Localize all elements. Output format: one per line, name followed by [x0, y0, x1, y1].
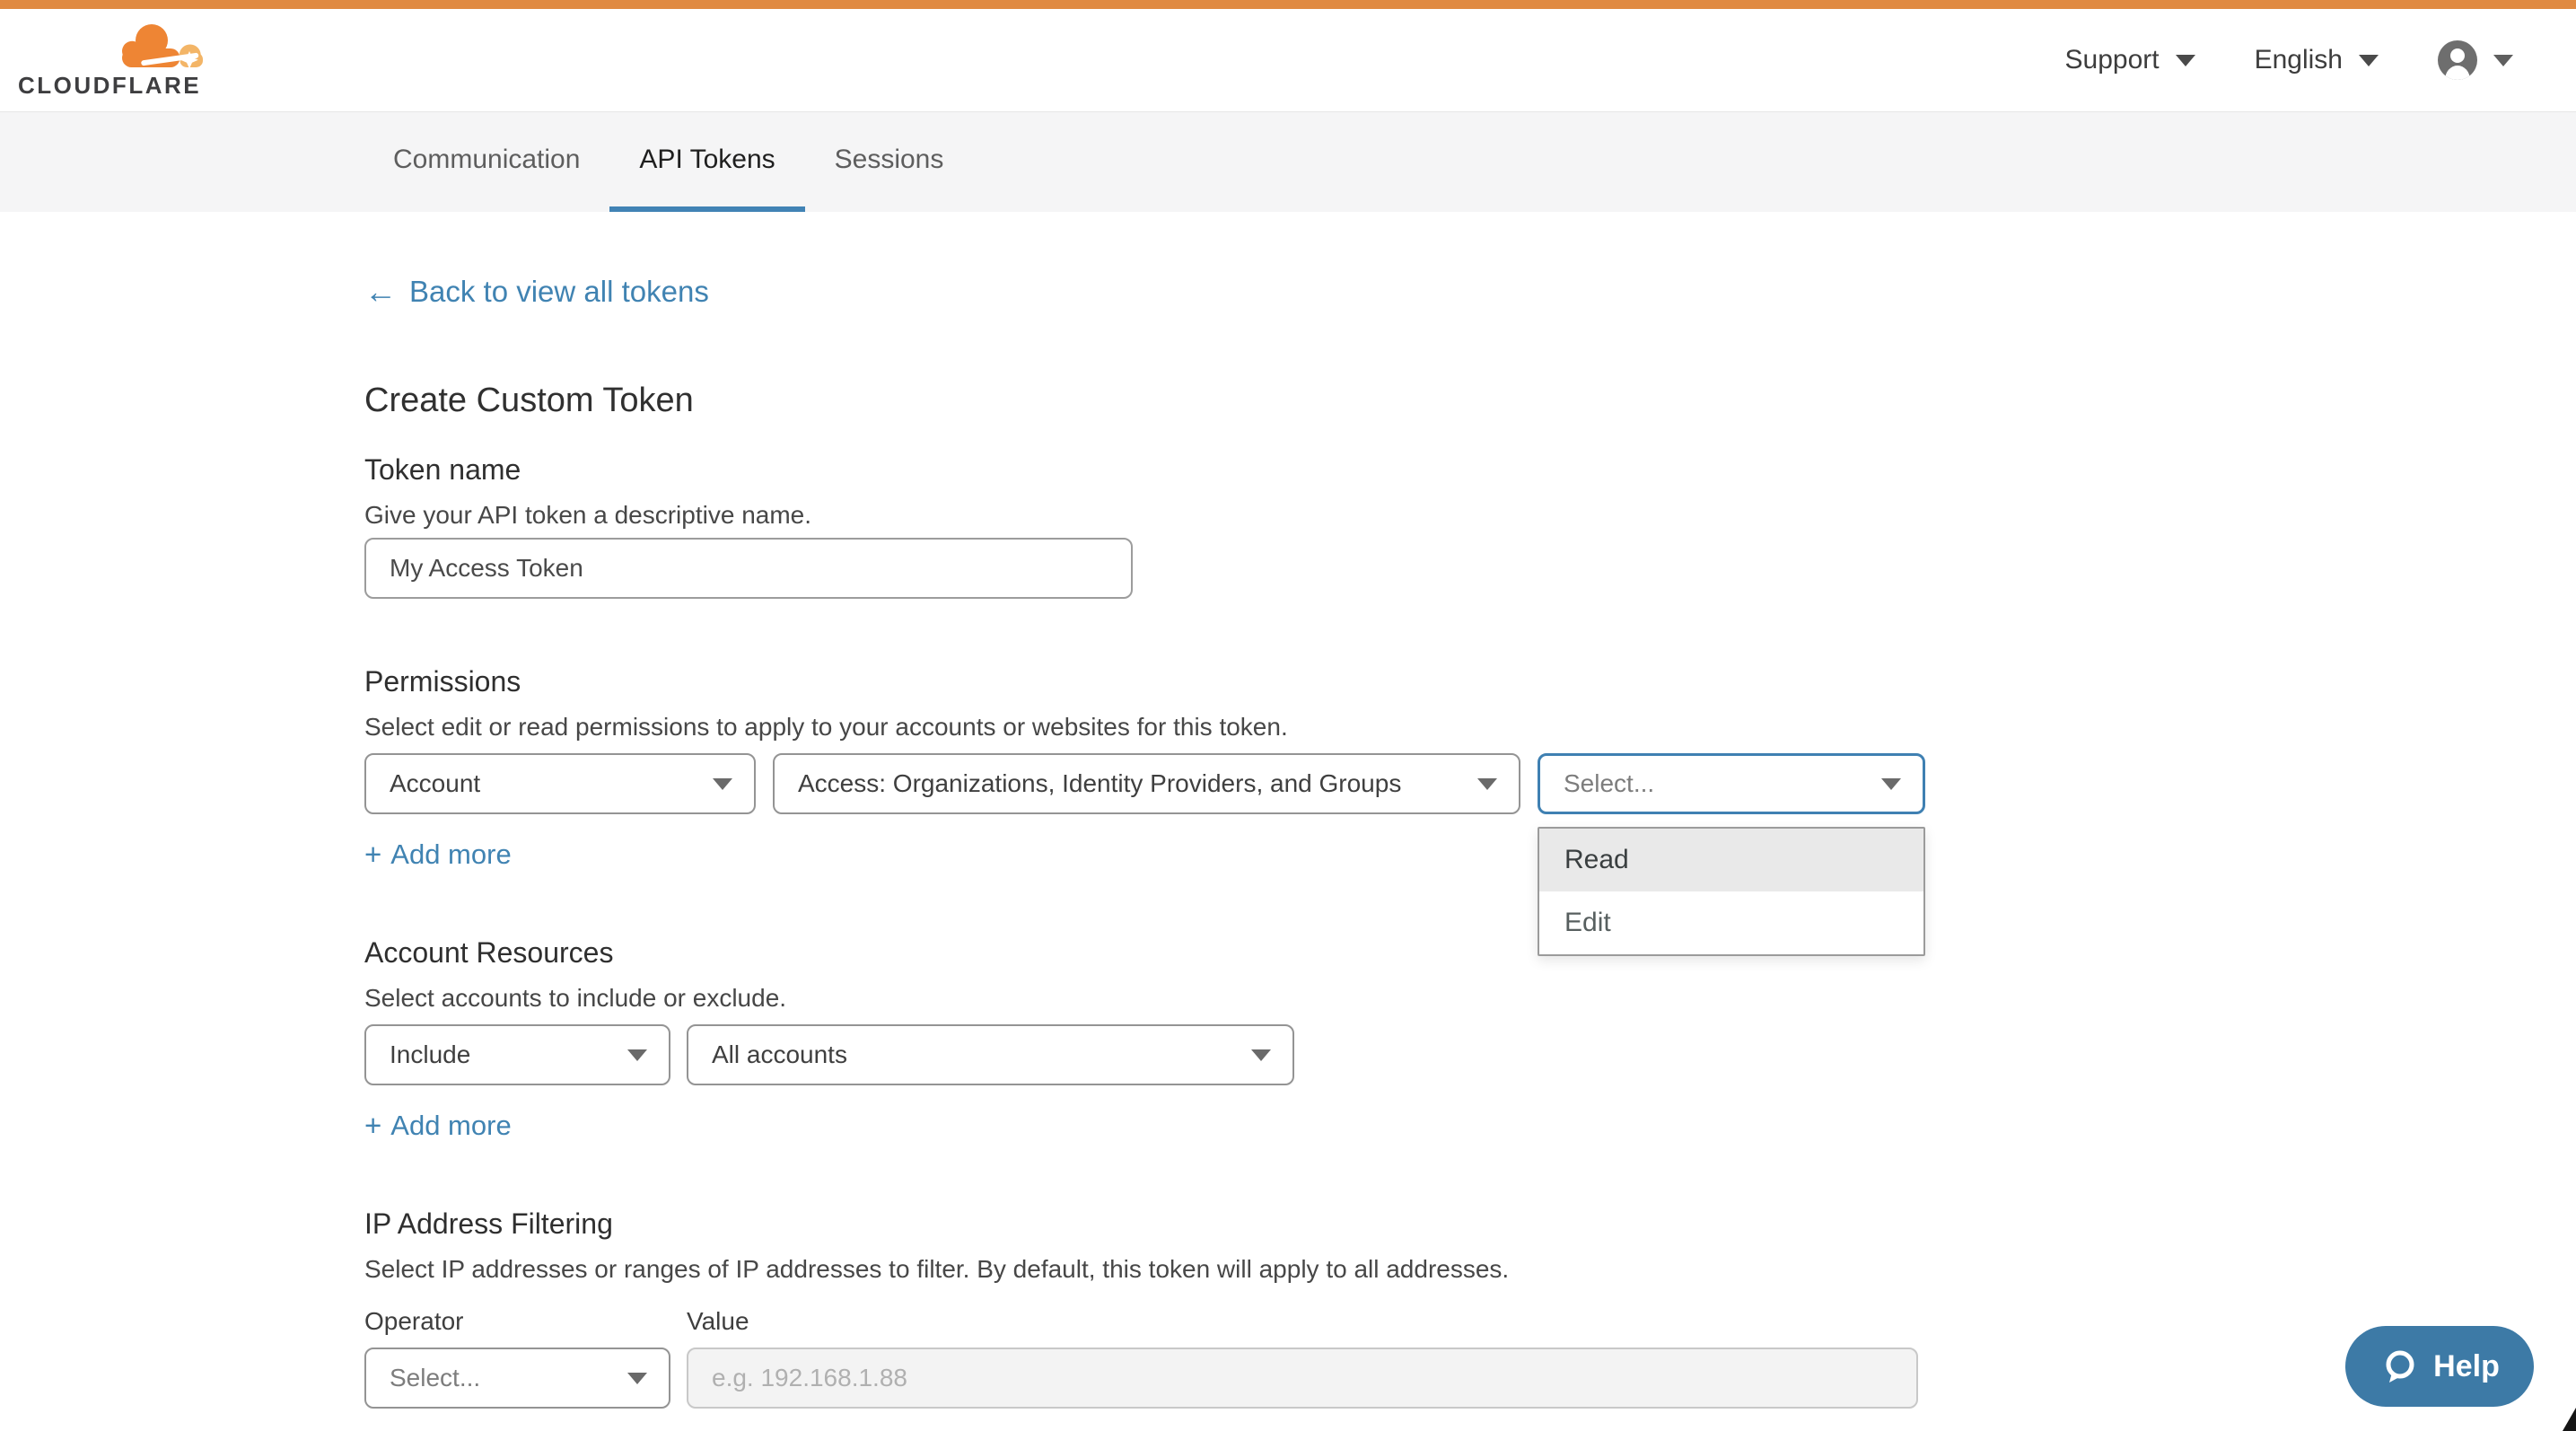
token-name-input[interactable] [364, 538, 1133, 599]
menu-option-read[interactable]: Read [1539, 829, 1923, 891]
permission-level-dropdown-menu: Read Edit [1538, 827, 1925, 956]
account-resources-add-more-link[interactable]: + Add more [364, 1111, 512, 1141]
ip-filtering-section: IP Address Filtering Select IP addresses… [364, 1207, 1944, 1409]
tab-sessions[interactable]: Sessions [805, 112, 974, 212]
permission-level-select-wrap: Select... Read Edit [1538, 753, 1925, 814]
account-resources-section: Account Resources Select accounts to inc… [364, 936, 1944, 1141]
account-resources-row: Include All accounts [364, 1024, 1944, 1085]
resource-scope-select[interactable]: All accounts [687, 1024, 1294, 1085]
back-arrow-icon: ← [364, 276, 397, 308]
ip-filtering-row: Select... [364, 1348, 1944, 1409]
chevron-down-icon [1251, 1049, 1271, 1061]
permissions-description: Select edit or read permissions to apply… [364, 714, 1944, 741]
back-link-label: Back to view all tokens [409, 276, 709, 308]
help-button[interactable]: Help [2345, 1326, 2534, 1407]
value-label: Value [687, 1308, 749, 1335]
cloudflare-logo: CLOUDFLARE [18, 22, 210, 100]
add-more-label: Add more [390, 839, 511, 870]
chevron-down-icon [627, 1373, 647, 1384]
ip-filtering-description: Select IP addresses or ranges of IP addr… [364, 1256, 1944, 1283]
ip-filtering-labels: Operator Value [364, 1308, 1944, 1335]
chevron-down-icon [1881, 778, 1901, 790]
header: CLOUDFLARE Support English [0, 9, 2576, 111]
language-menu-label: English [2255, 45, 2343, 75]
account-menu[interactable] [2438, 40, 2513, 80]
chevron-down-icon [627, 1049, 647, 1061]
page-title: Create Custom Token [364, 380, 1944, 421]
chat-bubble-icon [2379, 1347, 2419, 1386]
ip-operator-value: Select... [390, 1364, 480, 1392]
back-to-tokens-link[interactable]: ← Back to view all tokens [364, 276, 709, 308]
permission-scope-select[interactable]: Account [364, 753, 756, 814]
account-resources-description: Select accounts to include or exclude. [364, 985, 1944, 1012]
user-avatar-icon [2438, 40, 2477, 80]
menu-option-edit[interactable]: Edit [1539, 891, 1923, 954]
mouse-cursor [2563, 1408, 2576, 1431]
language-menu[interactable]: English [2255, 45, 2379, 75]
permission-scope-value: Account [390, 769, 480, 798]
ip-value-input[interactable] [687, 1348, 1918, 1409]
tab-communication[interactable]: Communication [364, 112, 609, 212]
resource-scope-value: All accounts [712, 1040, 847, 1069]
ip-filtering-heading: IP Address Filtering [364, 1207, 1944, 1240]
operator-label: Operator [364, 1308, 687, 1335]
permission-resource-select[interactable]: Access: Organizations, Identity Provider… [773, 753, 1520, 814]
support-menu-label: Support [2065, 45, 2160, 75]
permission-resource-value: Access: Organizations, Identity Provider… [798, 769, 1401, 798]
permissions-row: Account Access: Organizations, Identity … [364, 753, 1944, 814]
plus-icon: + [364, 839, 381, 870]
chevron-down-icon [713, 778, 732, 790]
chevron-down-icon [2359, 55, 2379, 66]
add-more-label: Add more [390, 1111, 511, 1141]
logo-wordmark: CLOUDFLARE [18, 72, 210, 100]
ip-operator-select[interactable]: Select... [364, 1348, 670, 1409]
token-name-heading: Token name [364, 453, 1944, 486]
chevron-down-icon [2493, 55, 2513, 66]
plus-icon: + [364, 1111, 381, 1141]
permissions-section: Permissions Select edit or read permissi… [364, 665, 1944, 870]
chevron-down-icon [2176, 55, 2195, 66]
cloudflare-cloud-icon [114, 22, 208, 70]
resource-mode-select[interactable]: Include [364, 1024, 670, 1085]
support-menu[interactable]: Support [2065, 45, 2195, 75]
token-name-section: Token name Give your API token a descrip… [364, 453, 1944, 599]
main-content: ← Back to view all tokens Create Custom … [364, 276, 1944, 1409]
chevron-down-icon [1477, 778, 1497, 790]
token-name-description: Give your API token a descriptive name. [364, 502, 1944, 529]
permission-level-value: Select... [1564, 769, 1654, 798]
help-button-label: Help [2433, 1349, 2500, 1384]
resource-mode-value: Include [390, 1040, 470, 1069]
permissions-heading: Permissions [364, 665, 1944, 698]
permission-level-select[interactable]: Select... [1538, 753, 1925, 814]
tab-api-tokens[interactable]: API Tokens [609, 112, 804, 212]
header-nav: Support English [2006, 40, 2513, 80]
profile-tabs: Communication API Tokens Sessions [0, 111, 2576, 212]
brand-accent-bar [0, 0, 2576, 9]
permissions-add-more-link[interactable]: + Add more [364, 839, 512, 870]
